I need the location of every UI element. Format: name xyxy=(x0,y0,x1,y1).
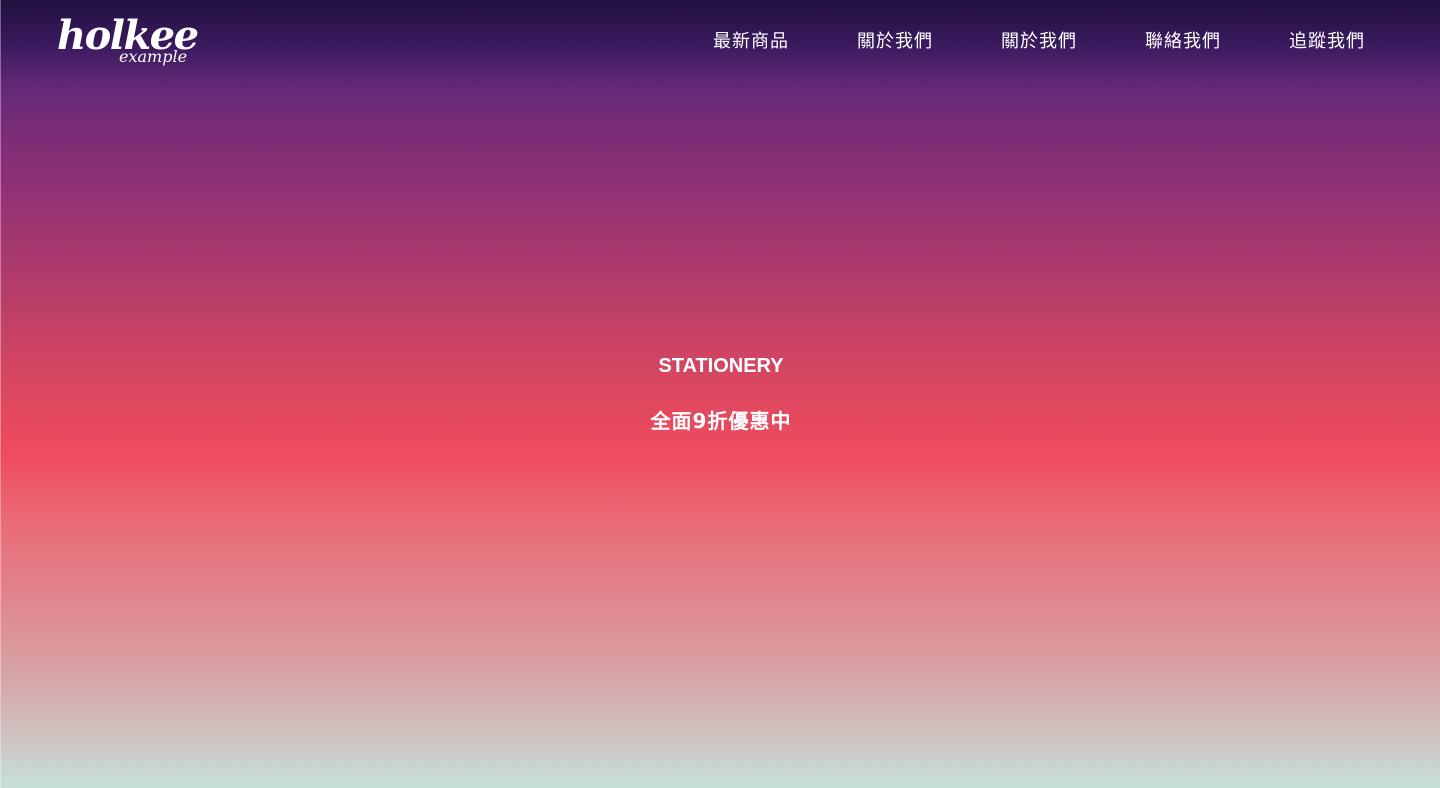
brand-logo-tagline: example xyxy=(119,47,188,66)
navbar: holkee example 最新商品 關於我們 關於我們 聯絡我們 追蹤我們 xyxy=(1,0,1440,84)
nav-link-contact-us[interactable]: 聯絡我們 xyxy=(1145,28,1221,56)
nav-link-about-us[interactable]: 關於我們 xyxy=(857,28,933,56)
nav-item: 聯絡我們 xyxy=(1145,28,1221,56)
nav-item: 追蹤我們 xyxy=(1289,28,1365,56)
hero-headline: STATIONERY 全面9折優惠中 xyxy=(1,352,1440,435)
brand-logo[interactable]: holkee example xyxy=(57,14,199,72)
hero-banner: holkee example 最新商品 關於我們 關於我們 聯絡我們 追蹤我們 … xyxy=(0,0,1440,788)
nav-item: 關於我們 xyxy=(1001,28,1077,56)
nav-menu: 最新商品 關於我們 關於我們 聯絡我們 追蹤我們 xyxy=(713,28,1365,56)
nav-link-follow-us[interactable]: 追蹤我們 xyxy=(1289,28,1365,56)
nav-link-latest-products[interactable]: 最新商品 xyxy=(713,28,789,56)
hero-subtitle: 全面9折優惠中 xyxy=(650,409,792,433)
nav-item: 最新商品 xyxy=(713,28,789,56)
nav-item: 關於我們 xyxy=(857,28,933,56)
hero-title: STATIONERY xyxy=(658,355,784,377)
nav-link-about-us-2[interactable]: 關於我們 xyxy=(1001,28,1077,56)
